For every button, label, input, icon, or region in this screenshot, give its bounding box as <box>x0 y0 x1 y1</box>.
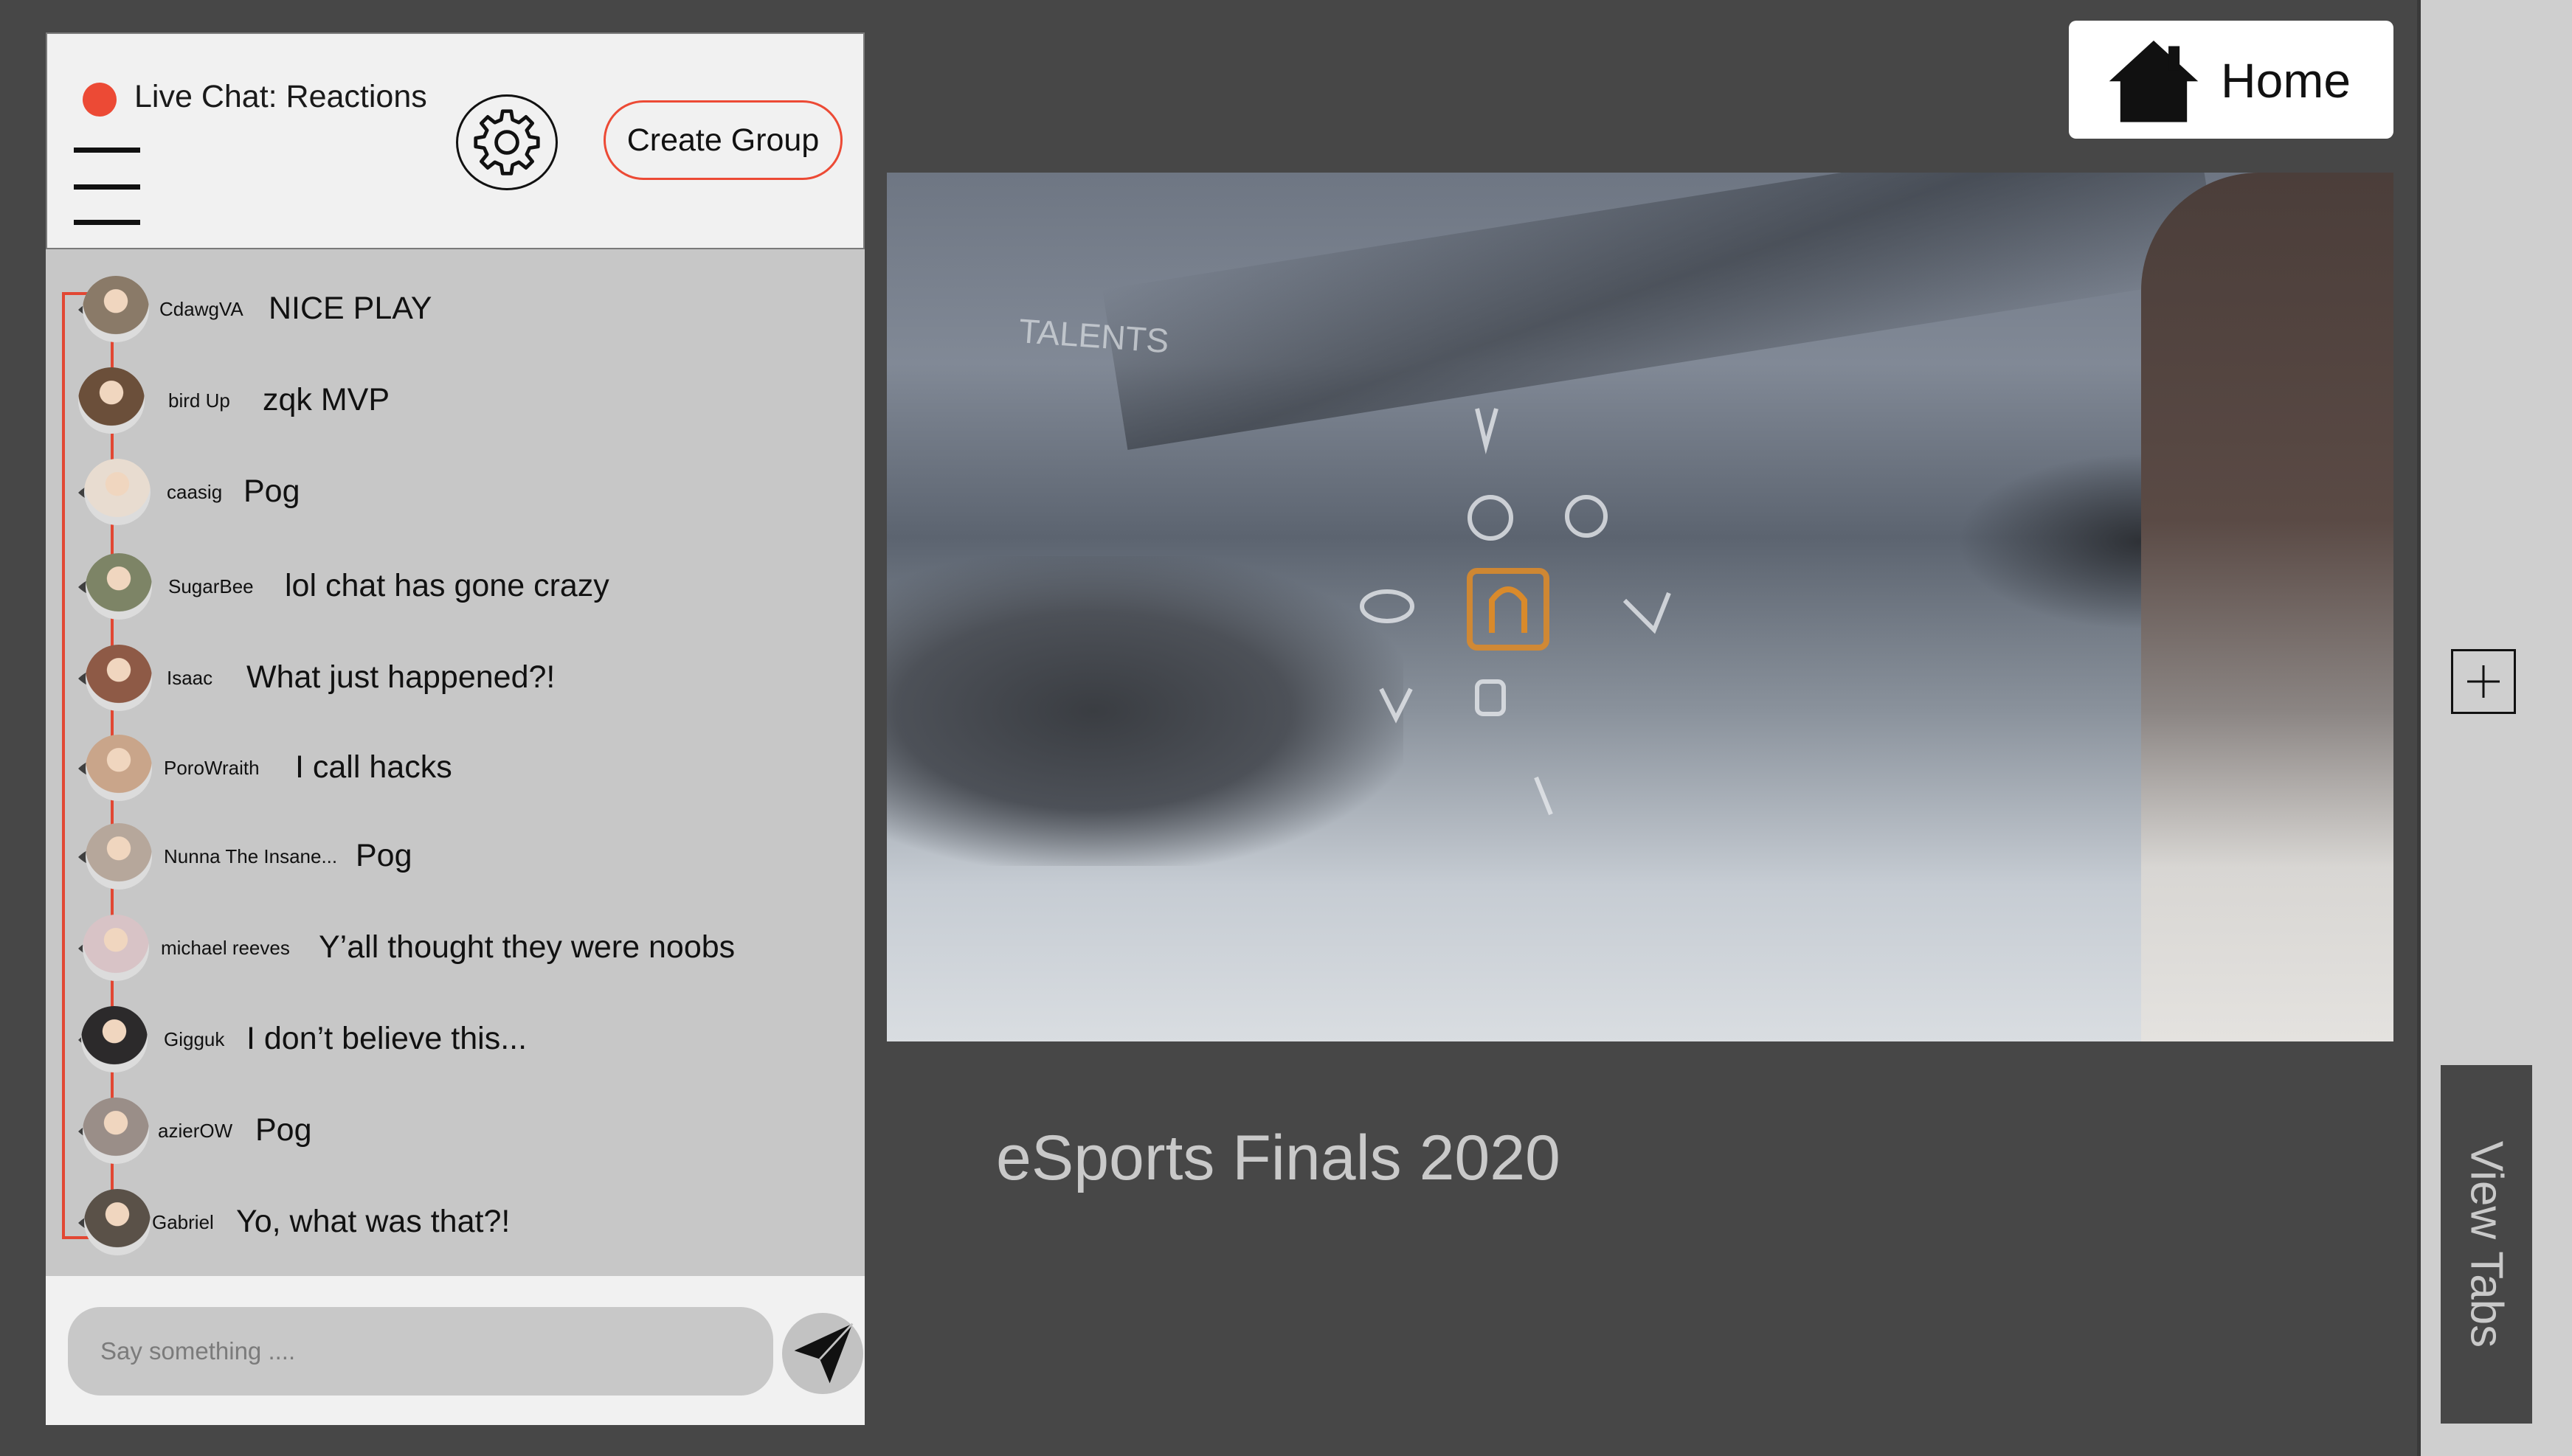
chat-message-row: Gabriel Yo, what was that?! <box>46 1183 865 1264</box>
user-avatar[interactable] <box>84 1189 151 1255</box>
chat-message-row: CdawgVA NICE PLAY <box>46 270 865 351</box>
chat-message-text: Y’all thought they were noobs <box>319 929 736 965</box>
chat-message-row: michael reeves Y’all thought they were no… <box>46 909 865 990</box>
chat-message-text: I don’t believe this... <box>246 1021 528 1056</box>
user-avatar[interactable] <box>83 1098 149 1164</box>
user-avatar[interactable] <box>86 823 152 890</box>
chat-message-text: Pog <box>255 1112 312 1148</box>
chat-message-row: PoroWraith I call hacks <box>46 729 865 810</box>
chat-message-row: Nunna The Insane... Pog <box>46 817 865 898</box>
chat-message-text: zqk MVP <box>263 382 390 417</box>
chat-username[interactable]: azierOW <box>158 1120 232 1143</box>
chat-message-text: lol chat has gone crazy <box>285 568 609 603</box>
chat-username[interactable]: CdawgVA <box>159 298 243 321</box>
user-avatar[interactable] <box>83 915 149 981</box>
plus-icon <box>2467 665 2500 698</box>
hud-talents-label: TALENTS <box>1017 311 1170 360</box>
stream-title: eSports Finals 2020 <box>996 1123 1560 1193</box>
send-button[interactable] <box>782 1313 863 1394</box>
chat-message-text: Yo, what was that?! <box>236 1204 511 1239</box>
chat-title: Live Chat: Reactions <box>134 79 427 114</box>
create-group-button[interactable]: Create Group <box>604 100 843 180</box>
chat-message-row: caasig Pog <box>46 453 865 534</box>
chat-message-text: Pog <box>243 474 300 509</box>
live-indicator <box>83 83 117 117</box>
chat-username[interactable]: Isaac <box>167 667 212 690</box>
chat-message-text: NICE PLAY <box>269 291 432 326</box>
chat-username[interactable]: Nunna The Insane... <box>164 845 337 868</box>
chat-message-row: Gigguk I don’t believe this... <box>46 1000 865 1081</box>
chat-message-row: azierOW Pog <box>46 1092 865 1173</box>
chat-username[interactable]: michael reeves <box>161 937 290 960</box>
chat-message-input[interactable] <box>68 1307 773 1396</box>
paper-plane-send-icon <box>794 1322 854 1384</box>
chat-username[interactable]: Gigguk <box>164 1028 224 1051</box>
user-avatar[interactable] <box>83 276 149 342</box>
home-button[interactable]: Home <box>2069 21 2393 139</box>
video-player[interactable]: TALENTS <box>887 173 2393 1041</box>
user-avatar[interactable] <box>81 1006 148 1072</box>
house-icon <box>2109 41 2199 122</box>
chat-username[interactable]: PoroWraith <box>164 757 260 780</box>
chat-message-row: Isaac What just happened?! <box>46 639 865 720</box>
video-game-hud-overlay: TALENTS <box>1017 311 1671 816</box>
user-avatar[interactable] <box>86 645 152 711</box>
chat-username[interactable]: SugarBee <box>168 575 254 598</box>
chat-message-text: I call hacks <box>295 749 452 785</box>
chat-message-text: Pog <box>356 838 412 873</box>
settings-button[interactable] <box>456 94 558 190</box>
gear-icon <box>474 109 540 176</box>
chat-username[interactable]: caasig <box>167 481 222 504</box>
chat-username[interactable]: Gabriel <box>152 1211 214 1234</box>
user-avatar[interactable] <box>86 735 152 801</box>
chat-message-row: SugarBee lol chat has gone crazy <box>46 547 865 628</box>
user-avatar[interactable] <box>86 553 152 620</box>
chat-message-text: What just happened?! <box>246 659 556 695</box>
user-avatar[interactable] <box>84 459 151 525</box>
user-avatar[interactable] <box>78 367 145 434</box>
hamburger-menu-icon[interactable] <box>74 148 145 227</box>
chat-username[interactable]: bird Up <box>168 389 230 412</box>
view-tabs-label: View Tabs <box>2461 1140 2512 1348</box>
chat-message-row: bird Up zqk MVP <box>46 361 865 443</box>
view-tabs-button[interactable]: View Tabs <box>2441 1065 2532 1424</box>
home-label: Home <box>2221 53 2351 108</box>
add-tab-button[interactable] <box>2451 649 2516 714</box>
